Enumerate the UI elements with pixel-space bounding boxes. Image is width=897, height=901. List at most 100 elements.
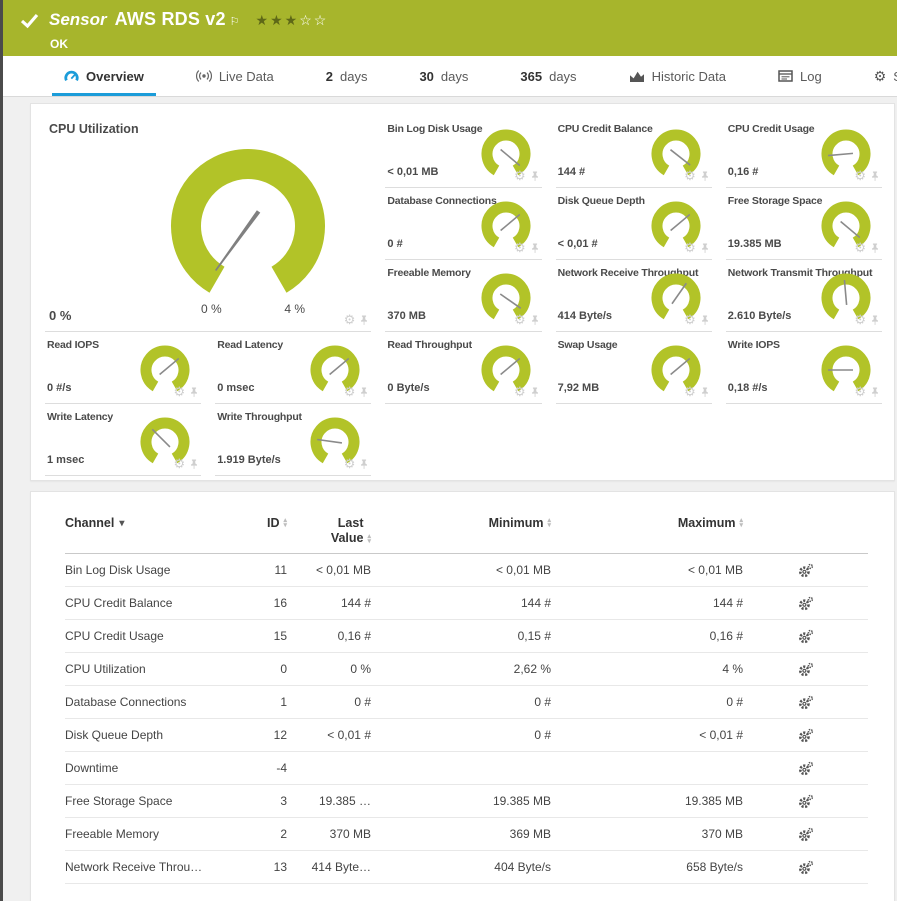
sort-toggle-icon[interactable]: ▴▾ bbox=[367, 534, 371, 544]
channel-settings-gear-icon[interactable] bbox=[798, 596, 814, 611]
pin-icon[interactable] bbox=[870, 170, 880, 182]
channel-name[interactable]: Downtime bbox=[65, 761, 237, 775]
tab-overview[interactable]: Overview bbox=[58, 56, 150, 96]
tab-label: days bbox=[441, 69, 468, 84]
gauge-settings-gear-icon[interactable]: ⚙ bbox=[514, 313, 526, 326]
star-icon-empty[interactable]: ☆ bbox=[299, 12, 314, 28]
channel-settings-gear-icon[interactable] bbox=[798, 761, 814, 776]
tab-label: Settings bbox=[893, 69, 897, 84]
table-row[interactable]: CPU Credit Balance 16 144 # 144 # 144 # bbox=[65, 587, 868, 620]
column-header-channel[interactable]: Channel ▾ bbox=[65, 516, 237, 530]
gauge-settings-gear-icon[interactable]: ⚙ bbox=[344, 385, 356, 398]
gauge-settings-gear-icon[interactable]: ⚙ bbox=[344, 457, 356, 470]
table-row[interactable]: Freeable Memory 2 370 MB 369 MB 370 MB bbox=[65, 818, 868, 851]
pin-icon[interactable] bbox=[189, 458, 199, 470]
table-row[interactable]: CPU Credit Usage 15 0,16 # 0,15 # 0,16 # bbox=[65, 620, 868, 653]
gauge-settings-gear-icon[interactable]: ⚙ bbox=[684, 241, 696, 254]
pin-icon[interactable] bbox=[870, 242, 880, 254]
table-row[interactable]: Free Storage Space 3 19.385 … 19.385 MB … bbox=[65, 785, 868, 818]
channel-name[interactable]: Free Storage Space bbox=[65, 794, 237, 808]
gauge-settings-gear-icon[interactable]: ⚙ bbox=[174, 385, 186, 398]
gauge-needle bbox=[500, 294, 520, 308]
table-row[interactable]: Bin Log Disk Usage 11 < 0,01 MB < 0,01 M… bbox=[65, 554, 868, 587]
sort-desc-icon[interactable]: ▾ bbox=[119, 518, 124, 529]
pin-icon[interactable] bbox=[530, 386, 540, 398]
channel-last-value: < 0,01 MB bbox=[287, 563, 371, 577]
column-header-id[interactable]: ID ▴▾ bbox=[237, 516, 287, 530]
channel-name[interactable]: CPU Credit Usage bbox=[65, 629, 237, 643]
star-icon-filled[interactable]: ★ bbox=[270, 12, 285, 28]
gauge-settings-gear-icon[interactable]: ⚙ bbox=[514, 169, 526, 182]
channel-settings-gear-icon[interactable] bbox=[798, 794, 814, 809]
tab-live-data[interactable]: Live Data bbox=[190, 56, 280, 96]
channel-name[interactable]: Network Receive Throu… bbox=[65, 860, 237, 874]
tab-365-days[interactable]: 365 days bbox=[514, 56, 582, 96]
pin-icon[interactable] bbox=[359, 314, 369, 326]
channel-settings-gear-icon[interactable] bbox=[798, 662, 814, 677]
pin-icon[interactable] bbox=[359, 386, 369, 398]
star-icon-filled[interactable]: ★ bbox=[256, 12, 271, 28]
gauge-value: 0 #/s bbox=[47, 382, 71, 394]
content-area: CPU Utilization 0 % 4 % 0 % ⚙ bbox=[0, 97, 897, 901]
table-row[interactable]: Downtime -4 bbox=[65, 752, 868, 785]
tab-2-days[interactable]: 2 days bbox=[320, 56, 374, 96]
pin-icon[interactable] bbox=[700, 242, 710, 254]
gauge-settings-gear-icon[interactable]: ⚙ bbox=[684, 385, 696, 398]
channel-name[interactable]: Disk Queue Depth bbox=[65, 728, 237, 742]
table-row[interactable]: Database Connections 1 0 # 0 # 0 # bbox=[65, 686, 868, 719]
sort-toggle-icon[interactable]: ▴▾ bbox=[739, 518, 743, 528]
gauge-cell: Read IOPS 0 #/s ⚙ bbox=[45, 332, 201, 404]
gauge-settings-gear-icon[interactable]: ⚙ bbox=[514, 385, 526, 398]
column-header-minimum[interactable]: Minimum ▴▾ bbox=[371, 516, 551, 530]
gauge-settings-gear-icon[interactable]: ⚙ bbox=[854, 241, 866, 254]
channel-settings-gear-icon[interactable] bbox=[798, 728, 814, 743]
gauge-settings-gear-icon[interactable]: ⚙ bbox=[684, 169, 696, 182]
pin-icon[interactable] bbox=[870, 314, 880, 326]
table-row[interactable]: Disk Queue Depth 12 < 0,01 # 0 # < 0,01 … bbox=[65, 719, 868, 752]
gauge-settings-gear-icon[interactable]: ⚙ bbox=[344, 313, 356, 326]
pin-icon[interactable] bbox=[189, 386, 199, 398]
channel-name[interactable]: Bin Log Disk Usage bbox=[65, 563, 237, 577]
gauge-needle bbox=[500, 214, 519, 230]
channel-minimum: 369 MB bbox=[371, 827, 551, 841]
gauge-settings-gear-icon[interactable]: ⚙ bbox=[514, 241, 526, 254]
channel-name[interactable]: CPU Credit Balance bbox=[65, 596, 237, 610]
table-row[interactable]: Network Receive Throu… 13 414 Byte… 404 … bbox=[65, 851, 868, 884]
star-icon-filled[interactable]: ★ bbox=[285, 12, 300, 28]
channel-settings-gear-icon[interactable] bbox=[798, 629, 814, 644]
channel-settings-gear-icon[interactable] bbox=[798, 563, 814, 578]
channel-settings-gear-icon[interactable] bbox=[798, 827, 814, 842]
gauge-value: 0 % bbox=[49, 308, 71, 323]
pin-icon[interactable] bbox=[700, 314, 710, 326]
pin-icon[interactable] bbox=[700, 170, 710, 182]
tab-30-days[interactable]: 30 days bbox=[413, 56, 474, 96]
table-row[interactable]: CPU Utilization 0 0 % 2,62 % 4 % bbox=[65, 653, 868, 686]
channel-name[interactable]: CPU Utilization bbox=[65, 662, 237, 676]
flag-icon[interactable]: ⚐ bbox=[230, 15, 240, 28]
gauge-settings-gear-icon[interactable]: ⚙ bbox=[854, 169, 866, 182]
pin-icon[interactable] bbox=[700, 386, 710, 398]
column-header-last-value[interactable]: LastValue ▴▾ bbox=[287, 516, 371, 546]
tab-historic-data[interactable]: Historic Data bbox=[623, 56, 732, 96]
pin-icon[interactable] bbox=[359, 458, 369, 470]
tab-log[interactable]: Log bbox=[772, 56, 828, 96]
column-header-maximum[interactable]: Maximum ▴▾ bbox=[551, 516, 743, 530]
pin-icon[interactable] bbox=[530, 314, 540, 326]
channel-name[interactable]: Database Connections bbox=[65, 695, 237, 709]
channel-settings-gear-icon[interactable] bbox=[798, 695, 814, 710]
gauge-settings-gear-icon[interactable]: ⚙ bbox=[854, 385, 866, 398]
pin-icon[interactable] bbox=[870, 386, 880, 398]
pin-icon[interactable] bbox=[530, 242, 540, 254]
priority-rating[interactable]: ★★★☆☆ bbox=[256, 12, 329, 29]
pin-icon[interactable] bbox=[530, 170, 540, 182]
gauge-settings-gear-icon[interactable]: ⚙ bbox=[174, 457, 186, 470]
log-icon bbox=[778, 70, 793, 82]
gauge-settings-gear-icon[interactable]: ⚙ bbox=[854, 313, 866, 326]
star-icon-empty[interactable]: ☆ bbox=[314, 12, 329, 28]
gauge-settings-gear-icon[interactable]: ⚙ bbox=[684, 313, 696, 326]
tab-settings[interactable]: ⚙ Settings bbox=[868, 56, 897, 96]
channel-name[interactable]: Freeable Memory bbox=[65, 827, 237, 841]
channel-settings-gear-icon[interactable] bbox=[798, 860, 814, 875]
broadcast-icon bbox=[196, 69, 212, 83]
gauge-cell: Write Latency 1 msec ⚙ bbox=[45, 404, 201, 476]
